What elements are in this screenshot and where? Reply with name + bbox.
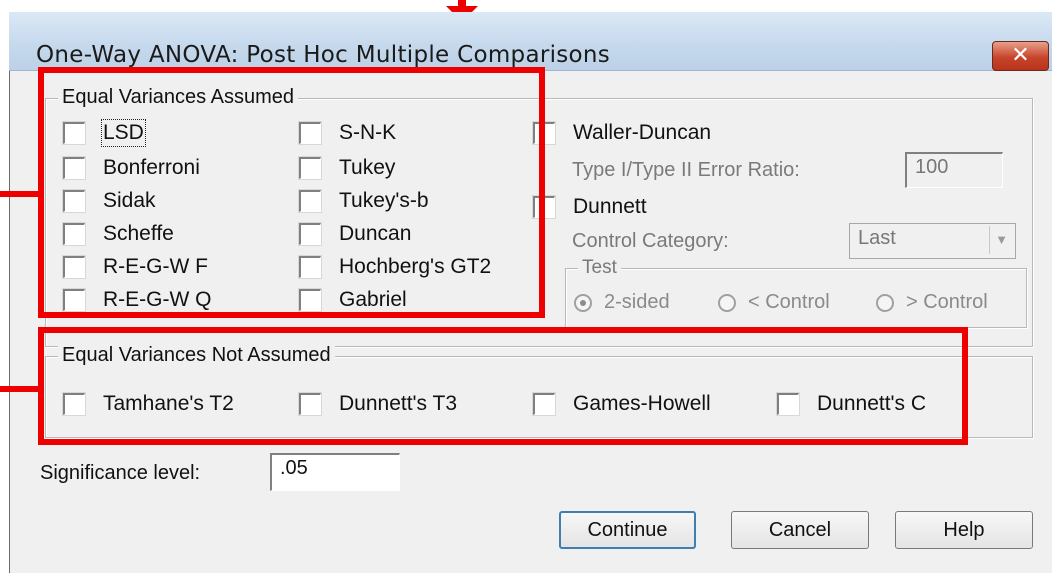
annotation-pointer-line [0, 386, 40, 392]
checkbox-dunnett[interactable]: Dunnett [533, 195, 647, 219]
radio-button[interactable] [718, 293, 736, 312]
error-ratio-label: Type I/Type II Error Ratio: [572, 159, 800, 181]
checkbox-label: Waller-Duncan [573, 121, 712, 144]
radio-greater-control[interactable]: > Control [876, 291, 988, 314]
radio-2-sided[interactable]: 2-sided [574, 291, 670, 314]
help-button[interactable]: Help [895, 511, 1033, 549]
title-bar[interactable]: One-Way ANOVA: Post Hoc Multiple Compari… [9, 12, 1052, 71]
control-category-label: Control Category: [572, 230, 729, 252]
control-category-select[interactable]: Last ▼ [849, 223, 1016, 259]
radio-less-control[interactable]: < Control [718, 291, 830, 314]
continue-button[interactable]: Continue [559, 511, 696, 549]
control-category-value: Last [858, 227, 896, 249]
checkbox-label: Dunnett [573, 195, 647, 218]
test-legend: Test [578, 257, 621, 279]
annotation-box-equal-assumed [38, 67, 545, 318]
radio-button[interactable] [876, 293, 894, 312]
radio-button[interactable] [574, 293, 592, 312]
annotation-pointer-line [0, 191, 40, 197]
significance-level-field[interactable]: .05 [270, 453, 400, 491]
window-title: One-Way ANOVA: Post Hoc Multiple Compari… [36, 42, 611, 68]
checkbox-waller-duncan[interactable]: Waller-Duncan [533, 121, 711, 145]
radio-label: 2-sided [604, 291, 670, 313]
error-ratio-field[interactable]: 100 [905, 152, 1003, 188]
annotation-box-not-assumed [38, 327, 968, 445]
significance-level-label: Significance level: [40, 462, 201, 484]
close-button[interactable]: ✕ [992, 41, 1049, 71]
radio-label: < Control [748, 291, 830, 313]
cancel-button[interactable]: Cancel [731, 511, 869, 549]
chevron-down-icon[interactable]: ▼ [989, 226, 1013, 254]
radio-label: > Control [906, 291, 988, 313]
